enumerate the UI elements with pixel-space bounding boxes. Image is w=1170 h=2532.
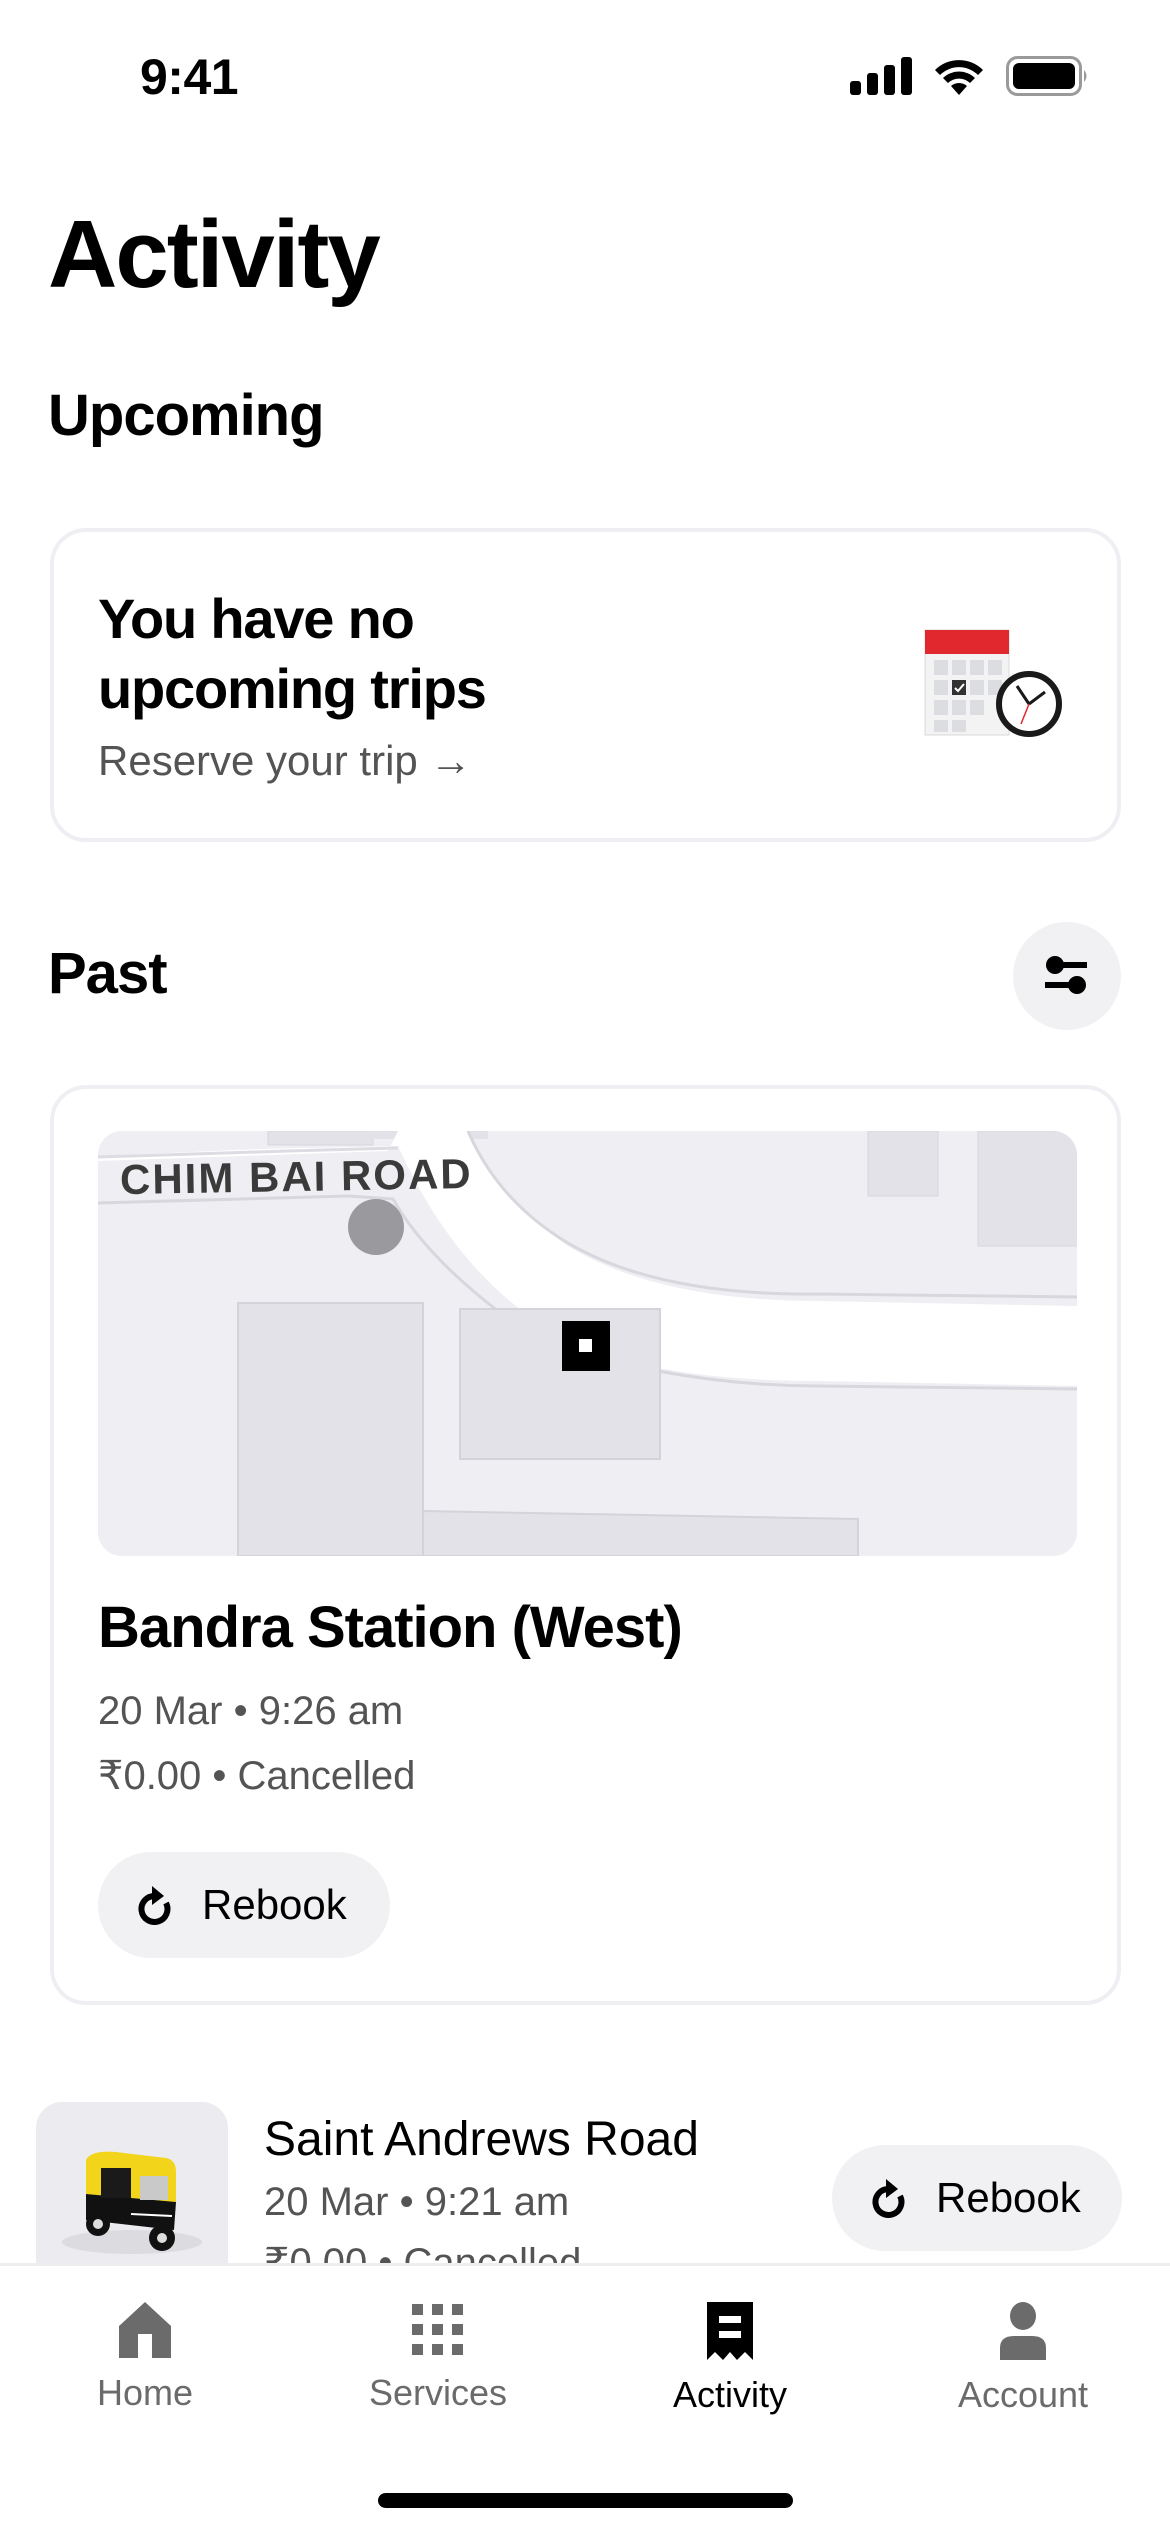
rebook-button[interactable]: Rebook xyxy=(98,1852,390,1958)
tab-services-label: Services xyxy=(368,2372,508,2413)
trip-row-date-time: 20 Mar • 9:21 am xyxy=(264,2180,570,2224)
trip-map: CHIM BAI ROAD xyxy=(98,1131,1077,1556)
status-icons xyxy=(850,56,1090,96)
trip-fare-status: ₹0.00 • Cancelled xyxy=(98,1754,416,1798)
tab-activity[interactable]: Activity xyxy=(610,2302,850,2416)
trip-row-rebook-button[interactable]: Rebook xyxy=(832,2145,1122,2251)
tab-home[interactable]: Home xyxy=(25,2302,265,2414)
rebook-label: Rebook xyxy=(202,1881,347,1928)
trip-destination: Bandra Station (West) xyxy=(98,1595,683,1660)
filter-sliders-icon xyxy=(1045,956,1087,994)
trip-date-time: 20 Mar • 9:26 am xyxy=(98,1689,404,1733)
map-road-label: CHIM BAI ROAD xyxy=(119,1149,474,1204)
battery-icon xyxy=(1006,56,1087,96)
page-title: Activity xyxy=(48,201,381,308)
tab-services[interactable]: Services xyxy=(318,2302,558,2414)
rebook-icon xyxy=(872,2179,905,2218)
home-indicator[interactable] xyxy=(378,2493,793,2508)
calendar-clock-illustration xyxy=(924,629,1062,737)
wifi-icon xyxy=(935,60,983,95)
upcoming-section-title: Upcoming xyxy=(48,383,325,448)
featured-past-trip-card[interactable]: CHIM BAI ROAD Bandra Station (West) 20 M… xyxy=(50,1085,1121,2005)
pickup-marker xyxy=(348,1199,404,1255)
tab-home-label: Home xyxy=(96,2372,194,2413)
home-icon xyxy=(119,2302,171,2358)
bottom-tab-bar: Home Services Activity Account xyxy=(0,2263,1170,2532)
arrow-right-icon: → xyxy=(429,737,472,784)
rebook-icon xyxy=(138,1886,171,1925)
tab-activity-label: Activity xyxy=(672,2374,787,2415)
person-icon xyxy=(1000,2302,1046,2360)
upcoming-trips-card[interactable]: You have no upcoming trips Reserve your … xyxy=(50,528,1121,842)
filter-button[interactable] xyxy=(1013,922,1121,1030)
tab-account[interactable]: Account xyxy=(903,2302,1143,2416)
no-upcoming-trips-headline: You have no upcoming trips xyxy=(98,587,487,720)
trip-row-destination: Saint Andrews Road xyxy=(264,2113,699,2166)
past-section-title: Past xyxy=(48,941,168,1006)
status-time: 9:41 xyxy=(140,49,239,105)
rebook-label: Rebook xyxy=(936,2174,1081,2221)
reserve-trip-link[interactable]: Reserve your trip → xyxy=(98,737,472,785)
grid-icon xyxy=(412,2304,463,2355)
reserve-trip-label: Reserve your trip xyxy=(98,737,418,784)
receipt-icon xyxy=(707,2302,753,2360)
tab-account-label: Account xyxy=(957,2374,1089,2415)
cellular-signal-icon xyxy=(850,57,912,95)
past-trip-row[interactable]: Saint Andrews Road 20 Mar • 9:21 am ₹0.0… xyxy=(0,2100,1170,2302)
